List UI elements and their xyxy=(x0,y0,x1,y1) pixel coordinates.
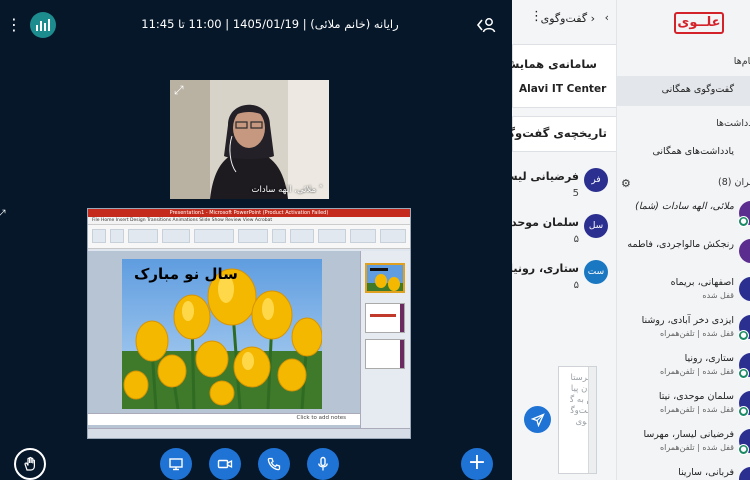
slide-thumbnail xyxy=(365,263,405,293)
avatar xyxy=(739,277,750,301)
chat-panel: ⋮ گفت‌وگوی › ‹ سامانه‌ی همایش Alavi IT C… xyxy=(512,0,617,480)
avatar: ست xyxy=(584,260,608,284)
user-name: ملائی، الهه سادات (شما) xyxy=(635,201,734,212)
message-text: 5 xyxy=(572,188,579,199)
slide-canvas: سال نو مبارک xyxy=(122,259,322,409)
expand-icon[interactable]: ⤢ xyxy=(0,207,6,222)
chat-message: فر فرضیانی لیسا 5 xyxy=(512,168,616,206)
chat-history-label: تاریخچه‌ی گفت‌وگ xyxy=(512,126,607,140)
user-name: اصفهانی، بریماه xyxy=(670,277,734,288)
user-name: رنجکش مالواجردی، فاطمه xyxy=(627,239,734,250)
presentation-slide: Presentation1 - Microsoft PowerPoint (Pr… xyxy=(87,208,411,439)
top-bar: ⋮ رایانه (خانم ملائی) | 1405/01/19 | 11:… xyxy=(0,0,512,50)
user-item[interactable]: ● ایزدی دخر آبادی، روشنا قفل شده | تلفن‌… xyxy=(617,312,750,348)
chat-title[interactable]: گفت‌وگوی › xyxy=(541,12,595,25)
user-item[interactable]: ● ملائی، الهه سادات (شما) xyxy=(617,198,750,234)
webcam-video: ⤢ ملائی، الهه سادات ˄ xyxy=(170,80,329,199)
ppt-notes: Click to add notes xyxy=(88,413,360,425)
user-status: قفل شده | تلفن‌همراه xyxy=(659,329,734,338)
welcome-line1: سامانه‌ی همایش xyxy=(512,57,597,71)
microphone-button[interactable] xyxy=(307,448,339,480)
user-name: فرضیانی لیسار، مهرسا xyxy=(643,429,734,440)
slide-heading: سال نو مبارک xyxy=(134,265,238,283)
webcam-user-label[interactable]: ملائی، الهه سادات ˄ xyxy=(252,185,323,195)
user-name: ستاری، رونیا xyxy=(684,353,734,364)
shared-notes-item[interactable]: یادداشت‌های همگانی xyxy=(653,146,735,157)
avatar: سل xyxy=(584,214,608,238)
more-options-icon[interactable]: ⋮ xyxy=(6,13,22,37)
user-item[interactable]: ● ستاری، رونیا قفل شده | تلفن‌همراه xyxy=(617,350,750,386)
user-status: قفل شده | تلفن‌همراه xyxy=(659,367,734,376)
headphones-icon: ● xyxy=(738,330,749,341)
welcome-line2: Alavi IT Center xyxy=(519,83,607,95)
headphones-icon: ● xyxy=(738,444,749,455)
share-screen-button[interactable] xyxy=(160,448,192,480)
message-sender: فرضیانی لیسا xyxy=(512,170,579,183)
chevron-left-icon[interactable]: ‹ xyxy=(605,11,609,24)
users-count-label: کاربران (8) xyxy=(718,177,750,188)
notes-placeholder: Click to add notes xyxy=(296,415,346,421)
chat-message: ست ستاری، رونیا ۵ xyxy=(512,260,616,298)
chat-message: سل سلمان موحدی ۵ xyxy=(512,214,616,252)
avatar xyxy=(739,467,750,480)
user-status: قفل شده xyxy=(702,291,734,300)
microphone-icon: ● xyxy=(738,216,749,227)
toggle-user-list-icon[interactable] xyxy=(474,13,498,37)
headphones-icon: ● xyxy=(738,406,749,417)
chat-header: ⋮ گفت‌وگوی › ‹ xyxy=(512,0,616,38)
user-item[interactable]: اصفهانی، بریماه قفل شده xyxy=(617,274,750,310)
ppt-slide-workspace: سال نو مبارک Click to add notes xyxy=(88,251,360,429)
chat-history-link[interactable]: تاریخچه‌ی گفت‌وگ xyxy=(512,116,616,152)
user-item[interactable]: فربانی، سارینا xyxy=(617,464,750,480)
user-item[interactable]: رنجکش مالواجردی، فاطمه xyxy=(617,236,750,272)
public-chat-item[interactable]: گفت‌وگوی همگانی xyxy=(617,76,750,106)
connection-stats-button[interactable] xyxy=(30,12,56,38)
user-status: قفل شده | تلفن‌همراه xyxy=(659,443,734,452)
message-sender: سلمان موحدی xyxy=(512,216,579,229)
slide-thumbnail xyxy=(365,339,405,369)
user-list-panel: علــوی پیام‌ها گفت‌وگوی همگانی یادداشت‌ه… xyxy=(617,0,750,480)
ppt-ribbon-tabs: File Home Insert Design Transitions Anim… xyxy=(88,217,410,225)
user-name: فربانی، سارینا xyxy=(678,467,734,478)
user-name: سلمان موحدی، نیتا xyxy=(658,391,734,402)
share-webcam-button[interactable] xyxy=(209,448,241,480)
brand-logo: علــوی xyxy=(674,12,724,34)
messages-section-label: پیام‌ها xyxy=(733,56,750,67)
notes-section-label: یادداشت‌ها xyxy=(716,118,750,129)
ppt-window-title: Presentation1 - Microsoft PowerPoint (Pr… xyxy=(88,209,410,217)
meeting-title: رایانه (خانم ملائی) | 1405/01/19 | 11:00… xyxy=(141,17,399,31)
presentation-area: ⋮ رایانه (خانم ملائی) | 1405/01/19 | 11:… xyxy=(0,0,512,480)
ppt-thumbnail-pane xyxy=(360,251,410,429)
public-chat-label: گفت‌وگوی همگانی xyxy=(661,84,734,95)
welcome-message: سامانه‌ی همایش Alavi IT Center xyxy=(512,44,616,108)
ppt-ribbon xyxy=(88,225,410,249)
user-item[interactable]: ● فرضیانی لیسار، مهرسا قفل شده | تلفن‌هم… xyxy=(617,426,750,462)
user-name: ایزدی دخر آبادی، روشنا xyxy=(641,315,734,326)
message-text: ۵ xyxy=(573,280,579,291)
chat-message-input[interactable]: فرستادن پیام به گفت‌وگوی xyxy=(558,366,597,474)
actions-plus-button[interactable]: + xyxy=(461,448,493,480)
scrollbar[interactable] xyxy=(588,367,596,473)
phone-audio-button[interactable] xyxy=(258,448,290,480)
avatar xyxy=(739,239,750,263)
user-item[interactable]: ● سلمان موحدی، نیتا قفل شده | تلفن‌همراه xyxy=(617,388,750,424)
gear-icon[interactable]: ⚙ xyxy=(621,177,631,190)
avatar: فر xyxy=(584,168,608,192)
headphones-icon: ● xyxy=(738,368,749,379)
message-sender: ستاری، رونیا xyxy=(512,262,579,275)
slide-thumbnail xyxy=(365,303,405,333)
user-status: قفل شده | تلفن‌همراه xyxy=(659,405,734,414)
fullscreen-icon[interactable]: ⤢ xyxy=(174,83,188,97)
send-message-button[interactable] xyxy=(524,406,551,433)
ppt-status-bar xyxy=(88,428,410,438)
message-text: ۵ xyxy=(573,234,579,245)
raise-hand-button[interactable] xyxy=(14,448,46,480)
